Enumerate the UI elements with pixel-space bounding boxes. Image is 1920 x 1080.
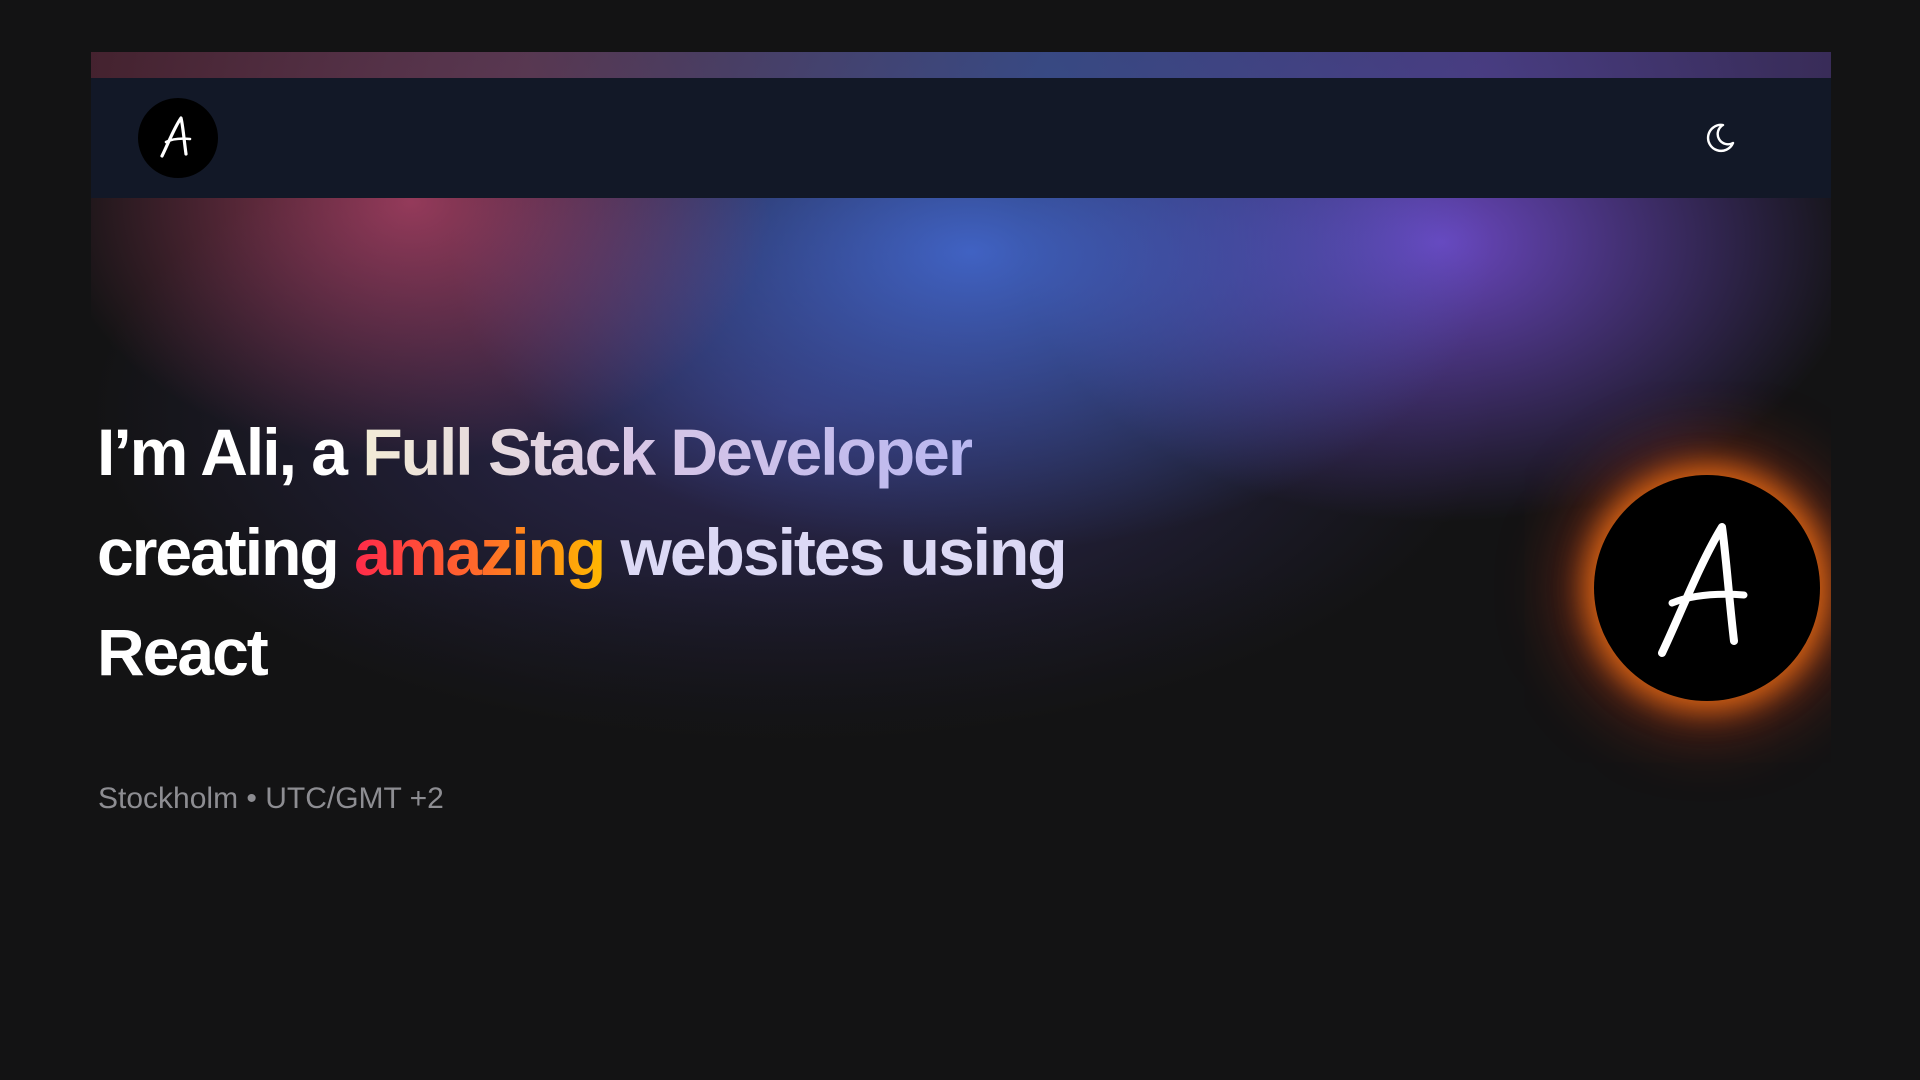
headline-line-1: I’m Ali, a Full Stack Developer: [97, 402, 1297, 502]
navbar: [91, 78, 1831, 198]
headline-line-3: React: [97, 615, 269, 689]
top-gradient-strip: [91, 52, 1831, 78]
headline-websites-using: websites using: [604, 515, 1068, 589]
location-timezone: Stockholm • UTC/GMT +2: [98, 782, 444, 815]
logo-button[interactable]: [138, 98, 218, 178]
hero-headline: I’m Ali, a Full Stack Developer creating…: [97, 402, 1297, 702]
headline-line-2: creating amazing websites using: [97, 502, 1297, 602]
headline-highlight: amazing: [354, 515, 606, 589]
avatar: [1594, 475, 1820, 701]
headline-intro: I’m Ali, a: [97, 415, 363, 489]
signature-a-avatar-icon: [1658, 523, 1748, 657]
moon-icon: [1706, 123, 1735, 153]
theme-toggle-button[interactable]: [1702, 120, 1738, 156]
headline-creating: creating: [97, 515, 355, 589]
signature-a-logo-icon: [160, 116, 192, 158]
page-frame: I’m Ali, a Full Stack Developer creating…: [91, 52, 1831, 1080]
headline-role: Full Stack Developer: [362, 415, 973, 489]
